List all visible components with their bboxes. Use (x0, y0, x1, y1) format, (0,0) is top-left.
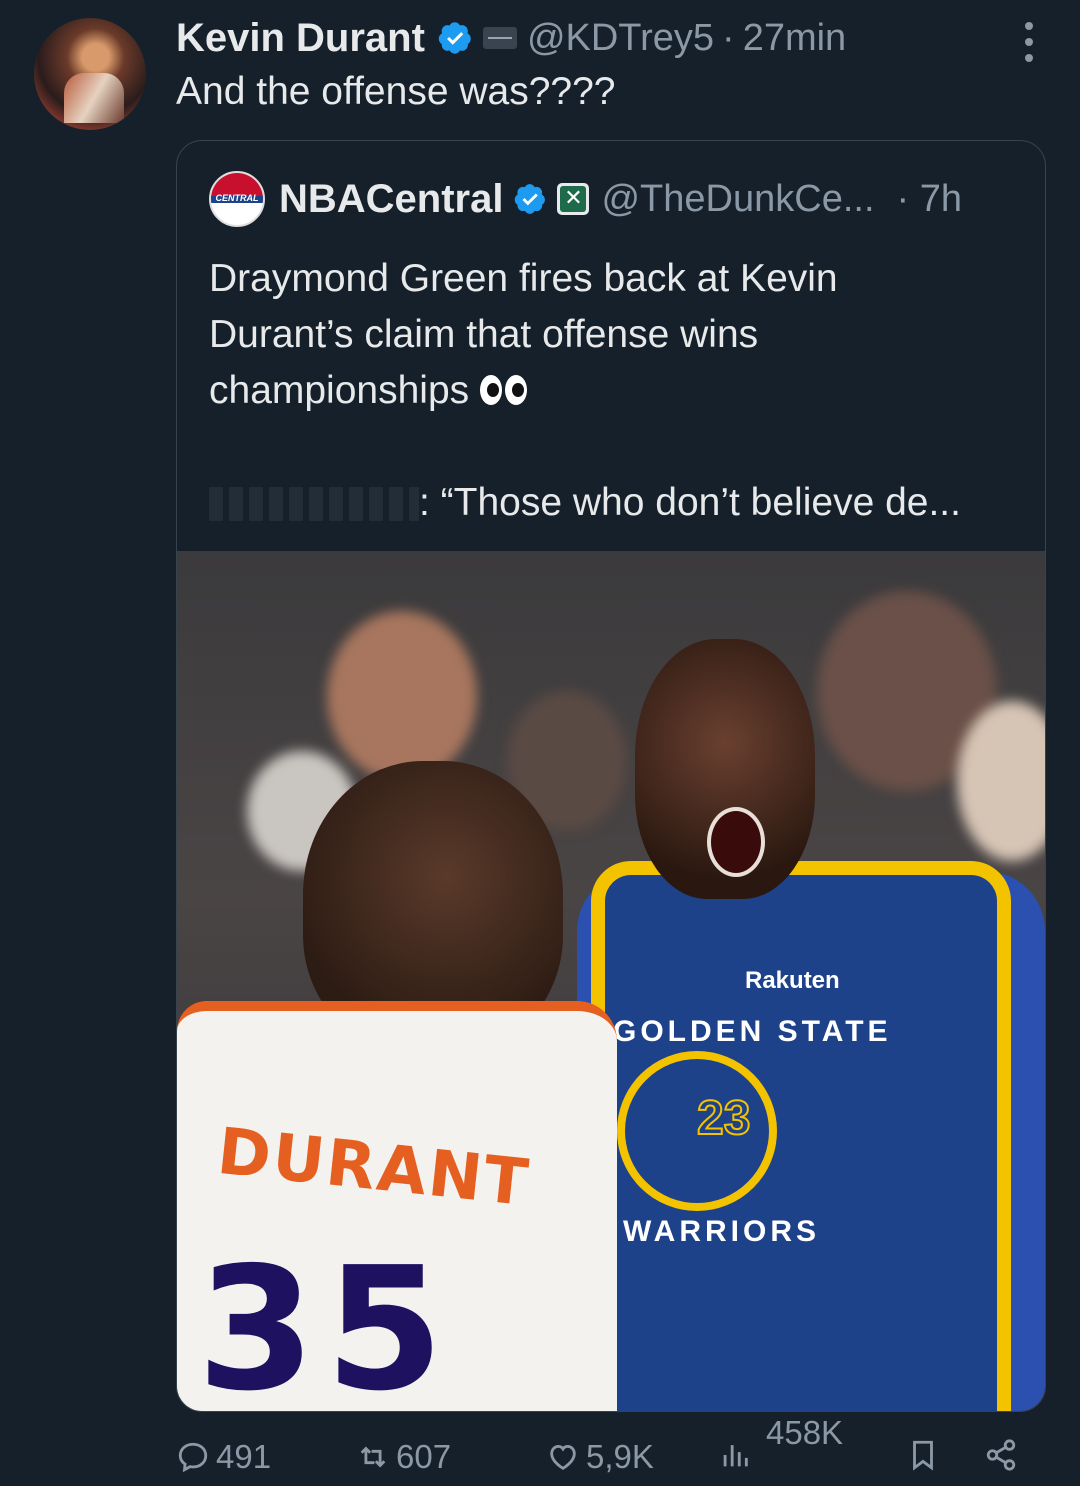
reply-button[interactable]: 491 (176, 1438, 271, 1476)
analytics-icon (723, 1445, 748, 1467)
affiliate-badge-icon[interactable] (482, 27, 517, 49)
author-name[interactable]: Kevin Durant (176, 16, 425, 61)
quoted-text-line: championships (209, 363, 1029, 419)
suns-jersey: DURANT 35 (177, 1001, 617, 1411)
bookmark-icon (913, 1440, 933, 1471)
tweet-time[interactable]: 27min (743, 17, 847, 60)
jersey-number: 23 (696, 1091, 751, 1146)
share-button[interactable] (984, 1438, 1024, 1472)
author-handle[interactable]: @KDTrey5 (527, 17, 714, 60)
like-count: 5,9K (586, 1438, 654, 1475)
quoted-author-handle[interactable]: @TheDunkCe... (601, 178, 874, 221)
share-icon (986, 1439, 1016, 1471)
quoted-tweet-header: CENTRAL NBACentral @TheDunkCe... · 7h (209, 171, 962, 227)
more-options-icon[interactable] (1022, 22, 1036, 62)
views-count: 458K (766, 1414, 844, 1451)
player-mouth (707, 807, 765, 877)
quoted-author-avatar[interactable]: CENTRAL (209, 171, 265, 227)
jersey-sponsor: Rakuten (745, 967, 840, 994)
quoted-tweet-image[interactable]: Rakuten GOLDEN STATE 23 WARRIORS DURANT … (177, 551, 1045, 1411)
action-bar: 491 607 5,9K 458K (176, 1412, 1044, 1486)
redacted-text (209, 487, 419, 521)
quoted-tweet-text: Draymond Green fires back at Kevin Duran… (209, 251, 1029, 531)
quoted-tweet-time[interactable]: · 7h (897, 178, 962, 221)
jersey-team-bottom: WARRIORS (623, 1215, 820, 1248)
quoted-text-line: : “Those who don’t believe de... (209, 475, 1029, 531)
affiliate-x-badge-icon[interactable] (557, 183, 590, 215)
reply-count: 491 (216, 1438, 272, 1475)
jersey-number: 35 (197, 1231, 454, 1411)
eyes-emoji-icon (480, 375, 530, 407)
jersey-team-top: GOLDEN STATE (613, 1015, 892, 1048)
tweet-header: Kevin Durant @KDTrey5 · 27min (176, 14, 846, 62)
tweet-text: And the offense was???? (176, 70, 616, 113)
views-button[interactable] (718, 1438, 758, 1472)
reply-icon (178, 1442, 208, 1473)
crowd-face (327, 611, 477, 781)
quoted-text-line: Draymond Green fires back at Kevin (209, 257, 838, 300)
heart-icon (550, 1444, 576, 1470)
avatar-logo-text: CENTRAL (215, 192, 259, 203)
verified-badge-icon (438, 22, 471, 54)
repost-count: 607 (396, 1438, 452, 1475)
like-button[interactable]: 5,9K (546, 1438, 654, 1476)
quoted-author-name[interactable]: NBACentral (279, 177, 503, 222)
quoted-tweet[interactable]: CENTRAL NBACentral @TheDunkCe... · 7h Dr… (176, 140, 1046, 1412)
repost-icon (360, 1446, 386, 1468)
bookmark-button[interactable] (906, 1438, 946, 1472)
jersey-name: DURANT (213, 1114, 534, 1222)
separator: · (722, 16, 735, 59)
author-avatar[interactable] (34, 18, 146, 130)
verified-badge-icon (515, 184, 546, 214)
quoted-text-line: Durant’s claim that offense wins (209, 313, 759, 356)
repost-button[interactable]: 607 (356, 1438, 451, 1476)
